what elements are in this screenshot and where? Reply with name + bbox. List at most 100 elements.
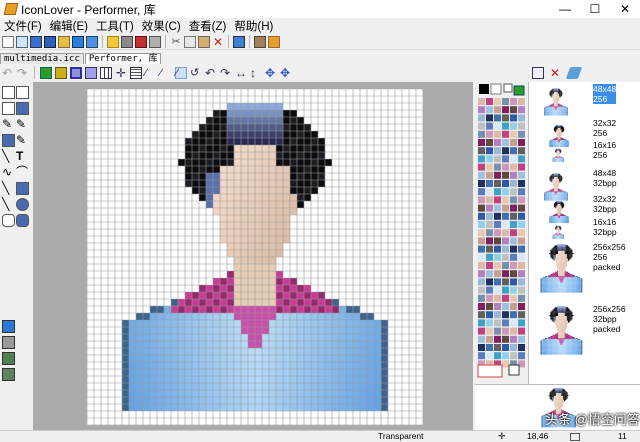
library-icon[interactable] (121, 35, 133, 48)
grid-icon[interactable] (100, 66, 112, 79)
color-palette (475, 82, 528, 382)
ellipse-outline-icon[interactable]: ╲ (2, 198, 15, 211)
window-title: IconLover - Performer, 库 (21, 2, 156, 17)
menu-bar: 文件(F) 编辑(E) 工具(T) 效果(C) 查看(Z) 帮助(H) (0, 18, 640, 34)
figure-thumbnail (540, 244, 583, 293)
save-icon[interactable] (44, 35, 56, 48)
close-button[interactable]: ✕ (610, 0, 640, 18)
format-label: 32x32 256 (593, 118, 617, 138)
open-icon[interactable] (30, 35, 42, 48)
format-item[interactable]: 256x256 256 packed (529, 242, 640, 298)
pen-icon[interactable]: ✎ (16, 118, 29, 131)
rounded-rect-icon[interactable] (2, 214, 15, 227)
menu-view[interactable]: 查看(Z) (185, 18, 231, 34)
fill-bucket-icon[interactable] (2, 134, 15, 147)
watermark: 头条 @悟空问答 (545, 412, 640, 427)
options-icon[interactable] (254, 35, 266, 48)
crosshair-icon[interactable]: ✛ (115, 67, 127, 79)
format-item[interactable]: 16x16 256 (529, 140, 640, 164)
tab-multimedia[interactable]: multimedia.icc (0, 53, 84, 64)
cut-icon[interactable]: ✂ (170, 36, 182, 48)
palette-swatch-blue-icon[interactable] (2, 320, 15, 333)
menu-tools[interactable]: 工具(T) (92, 18, 138, 34)
select-lasso-icon[interactable] (16, 86, 29, 99)
rounded-rect-filled-icon[interactable] (16, 214, 29, 227)
format-item[interactable]: 48x48 256 (529, 84, 640, 116)
figure-thumbnail (544, 88, 568, 116)
pixel-canvas[interactable] (87, 89, 423, 425)
grid-fine-icon[interactable] (130, 66, 142, 79)
wand-icon[interactable]: ⁄ (145, 67, 157, 79)
app-icon (3, 3, 19, 15)
fill-icon[interactable] (16, 102, 29, 115)
properties-icon[interactable] (149, 35, 161, 48)
register-icon[interactable] (268, 35, 280, 48)
menu-effects[interactable]: 效果(C) (138, 18, 185, 34)
menu-file[interactable]: 文件(F) (0, 18, 46, 34)
undo-icon[interactable]: ↶ (2, 67, 14, 79)
rect-outline-icon[interactable]: ╲ (2, 182, 15, 195)
flip-horizontal-icon[interactable]: ↔ (235, 67, 247, 79)
menu-edit[interactable]: 编辑(E) (46, 18, 92, 34)
new-format-icon[interactable] (532, 66, 544, 79)
cube-yellow-icon[interactable] (55, 66, 67, 79)
layer-icon[interactable] (2, 352, 15, 365)
test-icon[interactable] (233, 35, 245, 48)
format-label: 32x32 32bpp (593, 194, 617, 214)
format-label: 256x256 256 packed (593, 242, 626, 272)
delete-icon[interactable]: ✕ (212, 36, 224, 48)
minimize-button[interactable]: — (550, 0, 580, 18)
line-icon[interactable]: ╲ (2, 150, 15, 163)
format-options-icon[interactable] (565, 66, 583, 79)
format-item[interactable]: 16x16 32bpp (529, 217, 640, 241)
rotate-icon[interactable]: ↺ (190, 67, 202, 79)
text-icon[interactable]: T (16, 150, 29, 163)
status-coords: 18,46 (527, 431, 549, 441)
copy-icon[interactable] (184, 35, 196, 48)
brush-icon[interactable]: ✎ (16, 134, 29, 147)
new-icon[interactable] (2, 35, 14, 48)
save-all-icon[interactable] (58, 35, 70, 48)
folder-icon[interactable] (107, 35, 119, 48)
import-icon[interactable] (86, 35, 98, 48)
new-library-icon[interactable] (16, 35, 28, 48)
wand-selected-icon[interactable]: ⁄ (175, 66, 187, 79)
format-thumbnail-16 (551, 148, 565, 165)
wand-plus-icon[interactable]: ⁄ (160, 67, 172, 79)
image-toolbar: ↶ ↷ ✛ ⁄ ⁄ ⁄ ↺ ↶ ↷ ↔ ↕ ✥ ✥ (0, 64, 475, 81)
preview-pane: 头条 @悟空问答 (475, 384, 640, 430)
delete-format-icon[interactable]: ✕ (550, 67, 562, 79)
select-rect-icon[interactable] (2, 86, 15, 99)
rect-filled-icon[interactable] (16, 182, 29, 195)
format-item[interactable]: 256x256 32bpp packed (529, 304, 640, 364)
cube-green-icon[interactable] (40, 66, 52, 79)
export-icon[interactable] (72, 35, 84, 48)
ellipse-filled-icon[interactable] (16, 198, 29, 211)
flip-vertical-icon[interactable]: ↕ (250, 67, 262, 79)
toolbar-separator (228, 35, 229, 48)
layers-icon[interactable] (85, 66, 97, 79)
menu-help[interactable]: 帮助(H) (230, 18, 277, 34)
status-zoom: 11 (618, 431, 627, 441)
frame-icon[interactable] (70, 66, 82, 79)
palette-swatches[interactable] (475, 82, 528, 382)
redo-icon[interactable]: ↷ (17, 67, 29, 79)
shift-icon[interactable]: ✥ (280, 67, 292, 79)
rotate-right-icon[interactable]: ↷ (220, 67, 232, 79)
paste-icon[interactable] (198, 35, 210, 48)
pencil-icon[interactable]: ✎ (2, 118, 15, 131)
layers-stack-icon[interactable] (2, 368, 15, 381)
format-thumbnail-256 (535, 242, 588, 298)
pixel-art (87, 89, 423, 425)
palette-swatch-gray-icon[interactable] (2, 336, 15, 349)
format-thumbnail-16-32bpp (551, 225, 565, 242)
curve-icon[interactable]: ∿ (2, 166, 15, 179)
rotate-left-icon[interactable]: ↶ (205, 67, 217, 79)
print-icon[interactable] (135, 35, 147, 48)
move-icon[interactable]: ✥ (265, 67, 277, 79)
arc-icon[interactable]: ⌒ (16, 166, 29, 179)
status-bar: Transparent ✛ 18,46 11 (0, 430, 640, 442)
eraser-icon[interactable] (2, 102, 15, 115)
tab-performer[interactable]: Performer, 库 (84, 53, 162, 64)
maximize-button[interactable]: ☐ (580, 0, 610, 18)
